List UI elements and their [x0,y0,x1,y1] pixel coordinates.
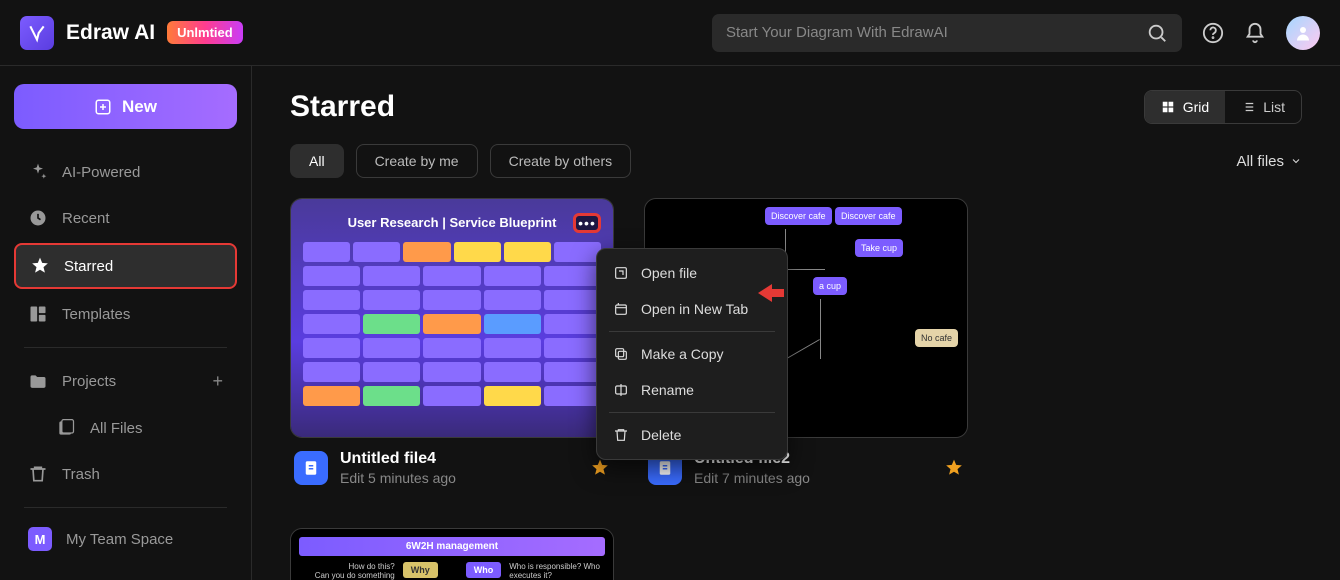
new-tab-icon [613,301,629,317]
help-icon[interactable] [1202,22,1224,44]
file-card[interactable]: 6W2H management How do this?Can you do s… [290,528,614,580]
file-card[interactable]: User Research | Service Blueprint ••• [290,198,614,498]
star-icon [30,256,50,276]
avatar[interactable] [1286,16,1320,50]
page-title: Starred [290,90,395,124]
plan-badge: Unlmtied [167,21,243,44]
file-type-icon [294,451,328,485]
add-project-icon[interactable]: + [212,371,223,392]
filter-all[interactable]: All [290,144,344,178]
view-grid-button[interactable]: Grid [1145,91,1225,123]
sidebar-item-starred[interactable]: Starred [14,243,237,289]
grid-icon [1161,100,1175,114]
folder-icon [28,372,48,392]
rename-icon [613,382,629,398]
file-thumbnail: User Research | Service Blueprint [291,199,613,437]
list-icon [1241,100,1255,114]
context-menu: Open file Open in New Tab Make a Copy Re… [596,248,788,460]
app-logo [20,16,54,50]
star-icon[interactable] [590,458,610,478]
sidebar-item-templates[interactable]: Templates [14,293,237,335]
sidebar-item-all-files[interactable]: All Files [14,407,237,449]
sidebar-item-recent[interactable]: Recent [14,197,237,239]
trash-icon [28,464,48,484]
view-list-button[interactable]: List [1225,91,1301,123]
menu-rename[interactable]: Rename [597,372,787,408]
files-icon [56,418,76,438]
new-button[interactable]: New [14,84,237,129]
sidebar-item-team-space[interactable]: M My Team Space [14,516,237,562]
search-box[interactable] [712,14,1182,52]
file-time: Edit 5 minutes ago [340,470,578,486]
filter-create-by-others[interactable]: Create by others [490,144,632,178]
clock-icon [28,208,48,228]
app-name: Edraw AI [66,21,155,45]
file-time: Edit 7 minutes ago [694,470,932,486]
open-icon [613,265,629,281]
arrow-callout [758,282,786,309]
sparkle-icon [28,162,48,182]
plus-icon [94,98,112,116]
filter-dropdown[interactable]: All files [1236,153,1302,170]
view-switch: Grid List [1144,90,1302,124]
filter-create-by-me[interactable]: Create by me [356,144,478,178]
search-icon[interactable] [1146,22,1168,44]
more-button[interactable]: ••• [573,213,601,233]
menu-delete[interactable]: Delete [597,417,787,453]
sidebar-item-ai-powered[interactable]: AI-Powered [14,151,237,193]
sidebar-item-trash[interactable]: Trash [14,453,237,495]
team-badge: M [28,527,52,551]
templates-icon [28,304,48,324]
file-name: Untitled file4 [340,450,578,468]
star-icon[interactable] [944,458,964,478]
menu-make-copy[interactable]: Make a Copy [597,336,787,372]
chevron-down-icon [1290,155,1302,167]
sidebar-item-projects[interactable]: Projects + [14,360,237,403]
trash-icon [613,427,629,443]
file-thumbnail: 6W2H management How do this?Can you do s… [291,529,613,580]
dots-icon: ••• [578,216,596,230]
bell-icon[interactable] [1244,22,1266,44]
search-input[interactable] [726,24,1136,41]
copy-icon [613,346,629,362]
